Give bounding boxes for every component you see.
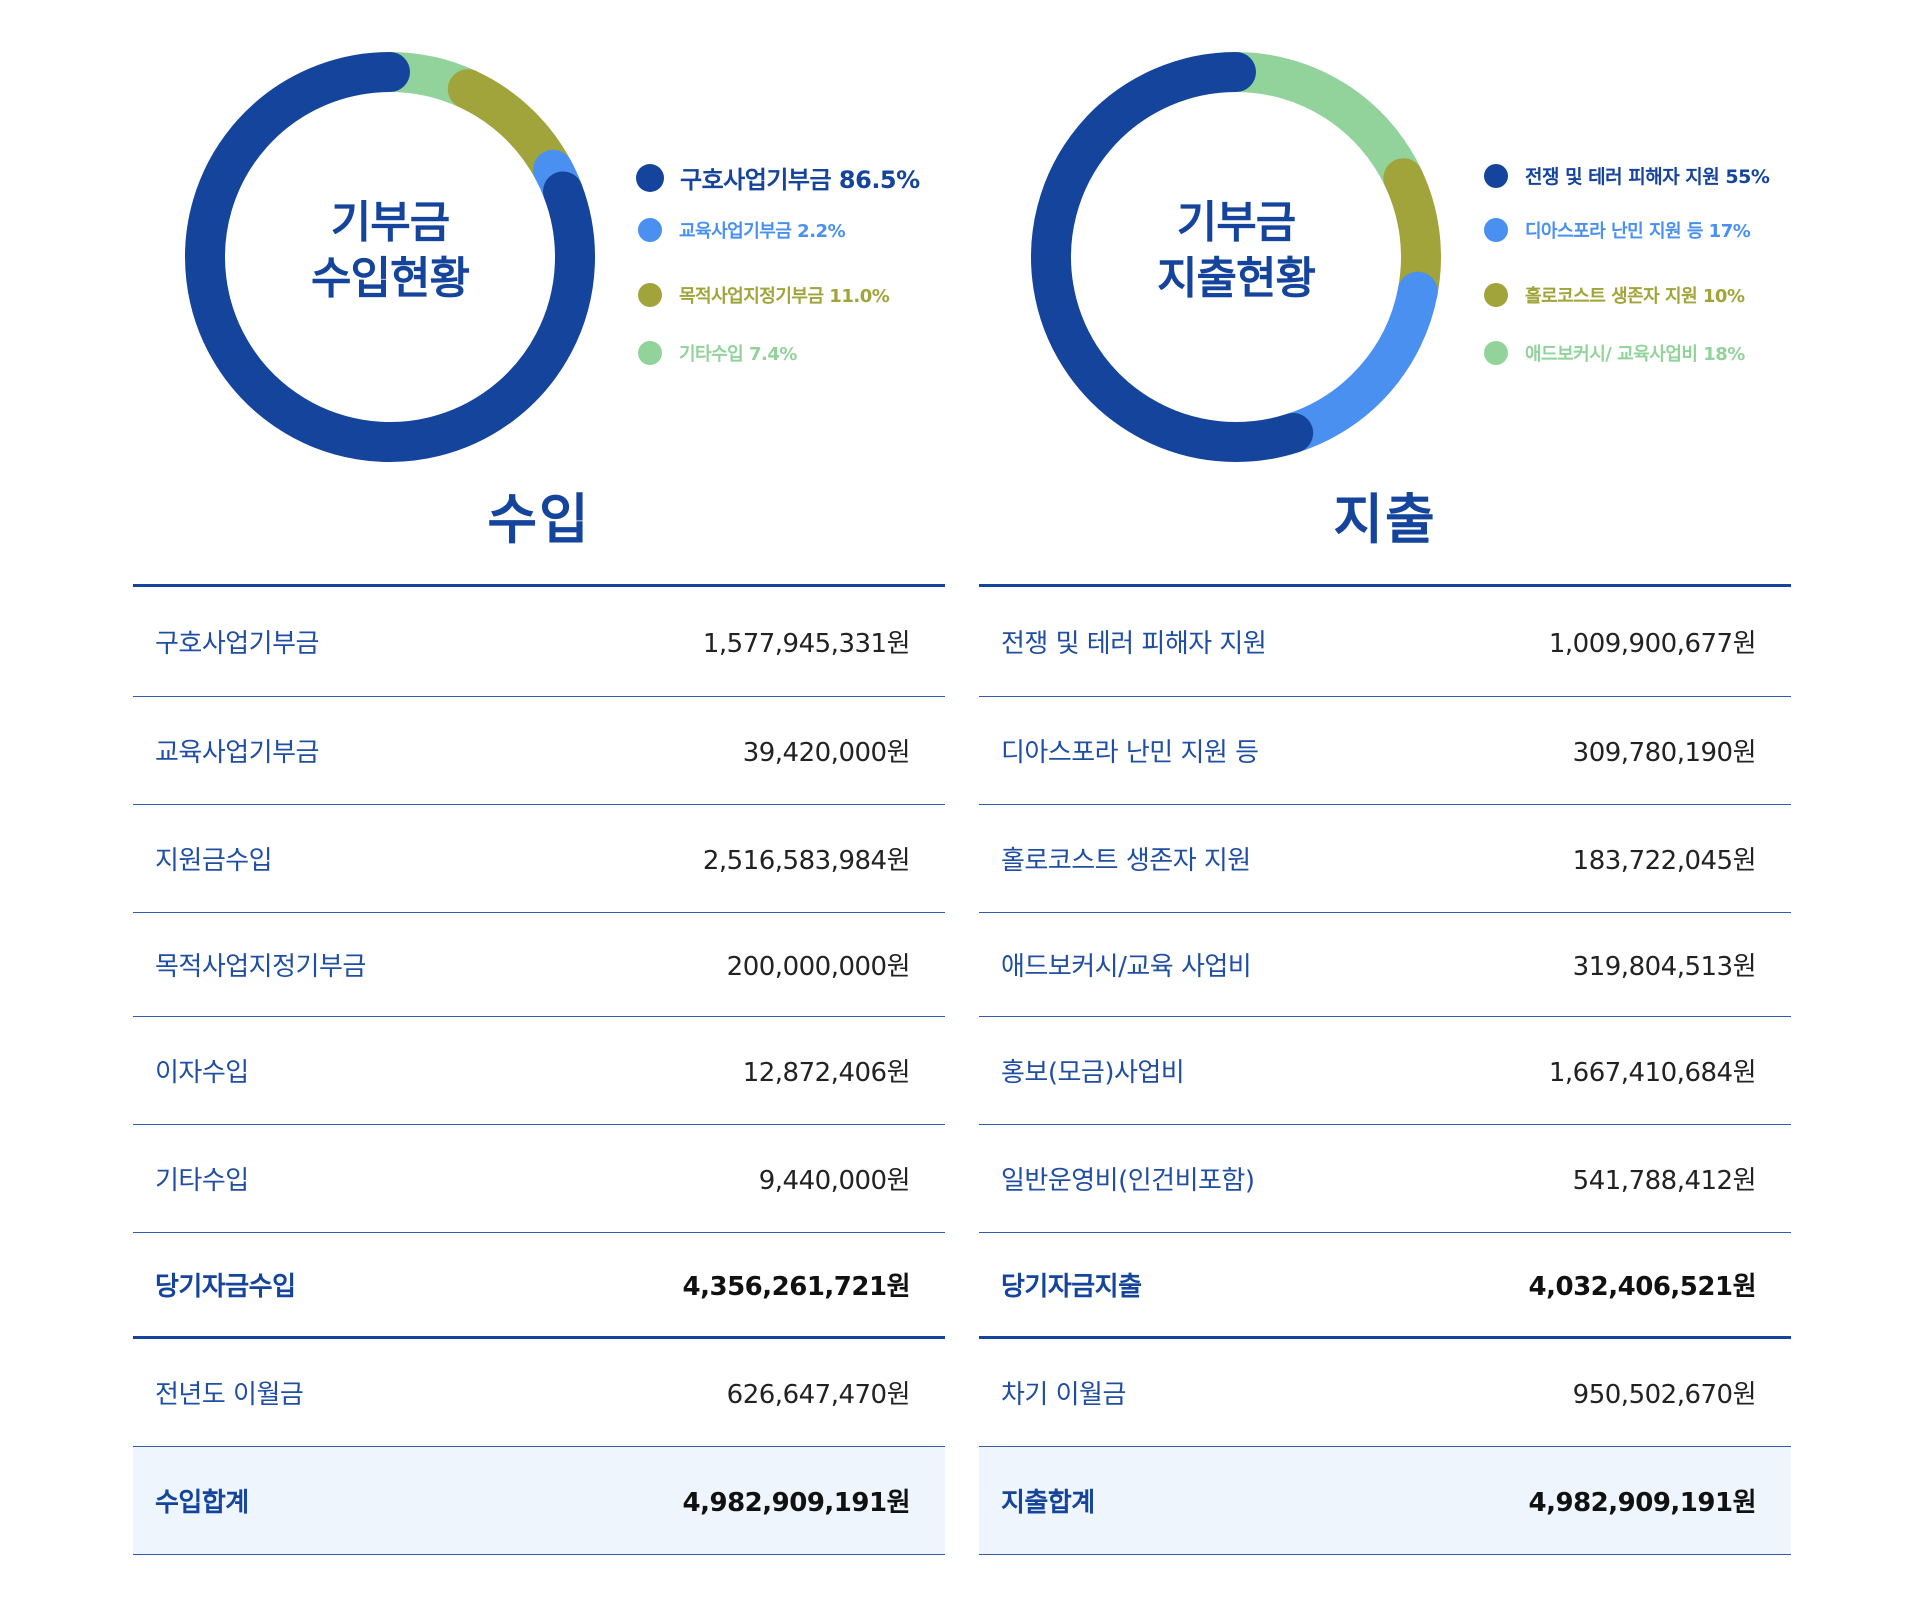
expense-row-category: 차기 이월금	[1001, 1380, 1126, 1410]
expense-row-value: 950,502,670원	[1572, 1380, 1757, 1410]
income-row-category: 교육사업기부금	[155, 738, 319, 768]
expense-row-value: 319,804,513원	[1572, 952, 1757, 982]
expense-donut-slice-1	[1273, 271, 1438, 453]
income-row-category: 이자수입	[155, 1058, 249, 1088]
income-row-category: 전년도 이월금	[155, 1380, 304, 1410]
expense-legend-label-advocacy: 애드보커시/ 교육사업비 18%	[1525, 344, 1745, 365]
income-row-value: 626,647,470원	[726, 1380, 911, 1410]
expense-donut-title-line1: 기부금	[1176, 197, 1296, 248]
expense-table-row: 당기자금지출 4,032,406,521원	[979, 1233, 1791, 1339]
expense-section-title: 지출	[1333, 488, 1437, 551]
income-table-row: 수입합계 4,982,909,191원	[133, 1447, 945, 1555]
expense-panel: 기부금 지출현황 전쟁 및 테러 피해자 지원 55% 디아스포라 난민 지원 …	[979, 0, 1791, 1607]
income-legend-item-education: 교육사업기부금 2.2%	[636, 217, 846, 243]
expense-table-row: 전쟁 및 테러 피해자 지원 1,009,900,677원	[979, 587, 1791, 697]
income-legend-dot-designated	[638, 283, 662, 307]
expense-table-row: 애드보커시/교육 사업비 319,804,513원	[979, 913, 1791, 1017]
income-row-category: 구호사업기부금	[155, 629, 319, 659]
income-row-category: 기타수입	[155, 1166, 249, 1196]
income-legend-label-other: 기타수입 7.4%	[679, 344, 797, 365]
expense-table-row: 디아스포라 난민 지원 등 309,780,190원	[979, 697, 1791, 805]
income-legend-item-designated: 목적사업지정기부금 11.0%	[636, 282, 890, 308]
expense-row-value: 1,009,900,677원	[1548, 629, 1757, 659]
income-row-value: 200,000,000원	[726, 952, 911, 982]
expense-row-category: 전쟁 및 테러 피해자 지원	[1001, 629, 1267, 659]
income-row-value: 9,440,000원	[758, 1166, 911, 1196]
income-table-row: 기타수입 9,440,000원	[133, 1125, 945, 1233]
income-row-value: 4,982,909,191원	[682, 1488, 911, 1518]
income-row-value: 4,356,261,721원	[682, 1272, 911, 1302]
income-legend-item-other: 기타수입 7.4%	[636, 340, 797, 366]
expense-legend-label-diaspora: 디아스포라 난민 지원 등 17%	[1525, 221, 1751, 242]
expense-row-value: 541,788,412원	[1572, 1166, 1757, 1196]
expense-legend-item-holocaust: 홀로코스트 생존자 지원 10%	[1482, 282, 1745, 308]
expense-legend-item-advocacy: 애드보커시/ 교육사업비 18%	[1482, 340, 1745, 366]
expense-legend-dot-war-victims	[1484, 163, 1508, 188]
expense-table-row: 홍보(모금)사업비 1,667,410,684원	[979, 1017, 1791, 1125]
income-legend-label-relief: 구호사업기부금 86.5%	[680, 166, 920, 194]
expense-donut-slice-3	[1216, 52, 1424, 199]
expense-row-category: 홍보(모금)사업비	[1001, 1058, 1185, 1088]
income-row-value: 2,516,583,984원	[702, 846, 911, 876]
income-row-category: 수입합계	[155, 1488, 249, 1518]
expense-row-category: 지출합계	[1001, 1488, 1095, 1518]
expense-table-row: 차기 이월금 950,502,670원	[979, 1339, 1791, 1447]
expense-table: 전쟁 및 테러 피해자 지원 1,009,900,677원디아스포라 난민 지원 …	[979, 584, 1791, 1555]
income-legend-item-relief: 구호사업기부금 86.5%	[636, 160, 920, 195]
income-table-row: 구호사업기부금 1,577,945,331원	[133, 587, 945, 697]
expense-donut-title: 기부금 지출현황	[1031, 195, 1441, 307]
income-table-row: 지원금수입 2,516,583,984원	[133, 805, 945, 913]
expense-legend-dot-diaspora	[1484, 218, 1508, 242]
expense-row-value: 4,982,909,191원	[1528, 1488, 1757, 1518]
income-row-category: 당기자금수입	[155, 1272, 296, 1302]
income-row-category: 지원금수입	[155, 846, 273, 876]
income-row-value: 39,420,000원	[742, 738, 911, 768]
income-row-category: 목적사업지정기부금	[155, 952, 366, 982]
expense-row-value: 4,032,406,521원	[1528, 1272, 1757, 1302]
income-legend-dot-education	[638, 218, 662, 242]
income-legend-label-designated: 목적사업지정기부금 11.0%	[679, 286, 890, 307]
expense-table-row: 지출합계 4,982,909,191원	[979, 1447, 1791, 1555]
income-donut-title-line1: 기부금	[330, 197, 450, 248]
expense-row-value: 309,780,190원	[1572, 738, 1757, 768]
expense-legend-dot-advocacy	[1484, 341, 1508, 365]
expense-row-category: 홀로코스트 생존자 지원	[1001, 846, 1251, 876]
expense-legend-dot-holocaust	[1484, 283, 1508, 307]
expense-legend-label-war-victims: 전쟁 및 테러 피해자 지원 55%	[1525, 166, 1770, 188]
expense-legend-item-diaspora: 디아스포라 난민 지원 등 17%	[1482, 217, 1751, 243]
expense-table-row: 일반운영비(인건비포함) 541,788,412원	[979, 1125, 1791, 1233]
income-legend-dot-other	[638, 341, 662, 365]
income-row-value: 12,872,406원	[742, 1058, 911, 1088]
income-table: 구호사업기부금 1,577,945,331원교육사업기부금 39,420,000원지…	[133, 584, 945, 1555]
expense-row-category: 당기자금지출	[1001, 1272, 1142, 1302]
income-table-row: 이자수입 12,872,406원	[133, 1017, 945, 1125]
expense-table-row: 홀로코스트 생존자 지원 183,722,045원	[979, 805, 1791, 913]
expense-donut-title-line2: 지출현황	[1157, 253, 1316, 304]
income-table-row: 교육사업기부금 39,420,000원	[133, 697, 945, 805]
income-donut-title: 기부금 수입현황	[185, 195, 595, 307]
income-legend-dot-relief	[636, 163, 664, 192]
income-table-row: 목적사업지정기부금 200,000,000원	[133, 913, 945, 1017]
expense-row-category: 일반운영비(인건비포함)	[1001, 1166, 1255, 1196]
expense-row-category: 애드보커시/교육 사업비	[1001, 952, 1252, 982]
income-section-title: 수입	[487, 488, 591, 551]
expense-row-category: 디아스포라 난민 지원 등	[1001, 738, 1259, 768]
income-row-value: 1,577,945,331원	[702, 629, 911, 659]
expense-legend-item-war-victims: 전쟁 및 테러 피해자 지원 55%	[1482, 162, 1770, 189]
income-legend-label-education: 교육사업기부금 2.2%	[679, 221, 846, 242]
income-panel: 기부금 수입현황 구호사업기부금 86.5% 교육사업기부금 2.2% 목적사업…	[133, 0, 945, 1607]
expense-row-value: 1,667,410,684원	[1548, 1058, 1757, 1088]
income-donut-title-line2: 수입현황	[311, 253, 470, 304]
expense-legend-label-holocaust: 홀로코스트 생존자 지원 10%	[1525, 286, 1745, 307]
expense-row-value: 183,722,045원	[1572, 846, 1757, 876]
income-table-row: 당기자금수입 4,356,261,721원	[133, 1233, 945, 1339]
income-table-row: 전년도 이월금 626,647,470원	[133, 1339, 945, 1447]
